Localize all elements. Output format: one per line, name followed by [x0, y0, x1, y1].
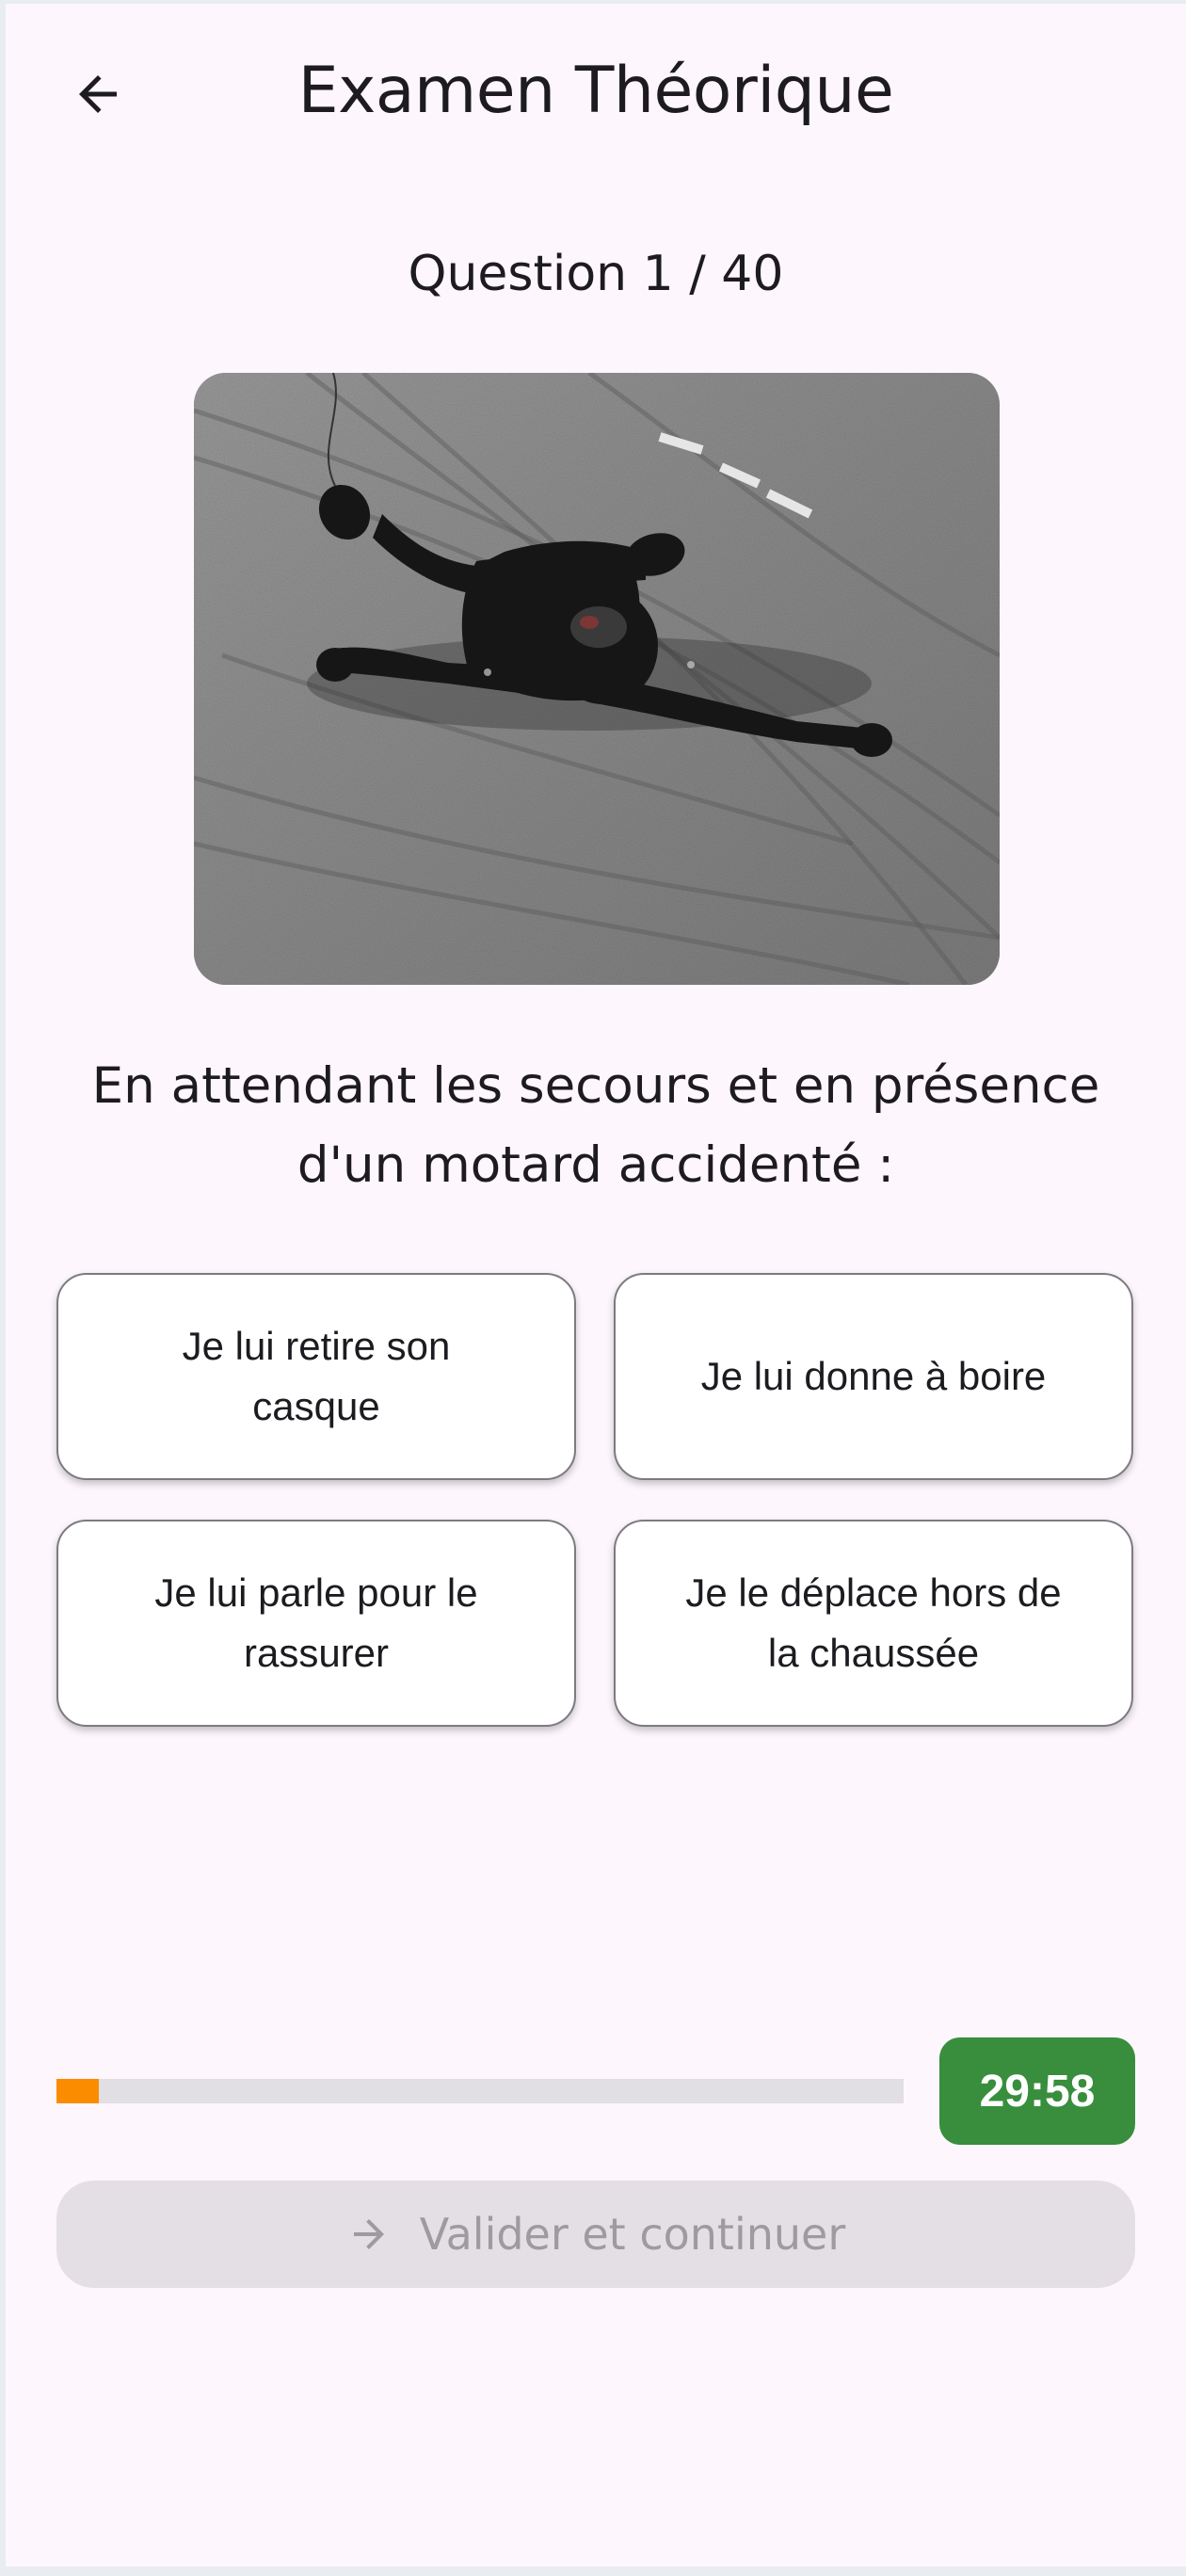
question-counter: Question 1 / 40: [408, 246, 784, 302]
app-bar: Examen Théorique: [6, 4, 1186, 173]
answer-label: Je lui donne à boire: [700, 1354, 1047, 1398]
question-image: [194, 373, 1000, 985]
arrow-right-icon: [346, 2212, 392, 2257]
validate-button[interactable]: Valider et continuer: [56, 2181, 1135, 2288]
progress-fill: [56, 2079, 99, 2103]
answer-option-4[interactable]: Je le déplace hors de la chaussée: [614, 1520, 1133, 1727]
answer-label: Je le déplace hors de la chaussée: [685, 1570, 1062, 1675]
timer-badge: 29:58: [939, 2037, 1135, 2145]
page-title: Examen Théorique: [297, 54, 894, 128]
question-text: En attendant les secours et en présence …: [91, 1057, 1100, 1194]
answer-label: Je lui parle pour le rassurer: [154, 1570, 478, 1675]
quiz-screen: Examen Théorique Question 1 / 40 En atte…: [6, 4, 1186, 2567]
answer-label: Je lui retire son casque: [182, 1324, 451, 1428]
progress-bar: [56, 2079, 904, 2103]
answer-option-3[interactable]: Je lui parle pour le rassurer: [56, 1520, 576, 1727]
answer-option-1[interactable]: Je lui retire son casque: [56, 1273, 576, 1480]
answer-option-2[interactable]: Je lui donne à boire: [614, 1273, 1133, 1480]
validate-label: Valider et continuer: [419, 2209, 846, 2260]
